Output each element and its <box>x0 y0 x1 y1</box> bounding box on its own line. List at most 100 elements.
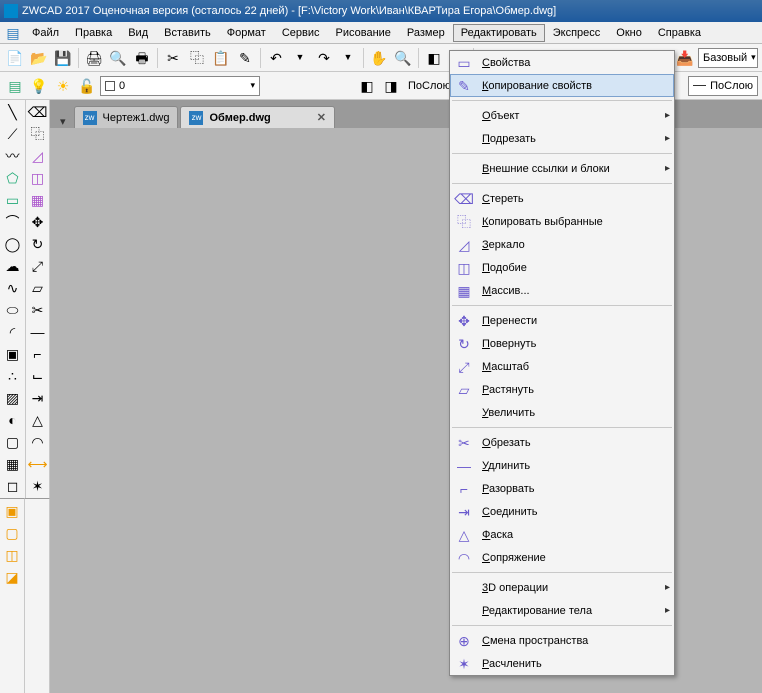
box-prev-icon[interactable]: ◧ <box>356 75 378 97</box>
menu-file[interactable]: Файл <box>24 24 67 42</box>
menu-item[interactable]: ✂Обрезать <box>450 431 674 454</box>
dim-icon[interactable]: ⟷ <box>28 454 48 474</box>
menu-item[interactable]: ⌫Стереть <box>450 187 674 210</box>
menu-item[interactable]: ▱Растянуть <box>450 378 674 401</box>
chevron-down-icon[interactable]: ▼ <box>289 47 311 69</box>
scale-icon[interactable]: ⤢ <box>28 256 48 276</box>
menu-item[interactable]: 3D операции▸ <box>450 576 674 599</box>
explode-icon[interactable]: ✶ <box>28 476 48 496</box>
box-prev-icon[interactable]: ◧ <box>423 47 445 69</box>
menu-item[interactable]: Подрезать▸ <box>450 127 674 150</box>
hatch-icon[interactable]: ▨ <box>3 388 23 408</box>
wipeout-icon[interactable]: ◻ <box>3 476 23 496</box>
menu-item[interactable]: ⿻Копировать выбранные <box>450 210 674 233</box>
menu-item[interactable]: ✶Расчленить <box>450 652 674 675</box>
new-icon[interactable]: 📄 <box>4 47 26 69</box>
print-icon[interactable]: 🖨 <box>83 47 105 69</box>
ellipse-icon[interactable]: ⬭ <box>3 300 23 320</box>
menu-item[interactable]: ⇥Соединить <box>450 500 674 523</box>
below-icon[interactable]: ◪ <box>2 567 22 587</box>
erase-icon[interactable]: ⌫ <box>28 102 48 122</box>
box-next-icon[interactable]: ◨ <box>380 75 402 97</box>
plot-preview-icon[interactable]: 🔍 <box>107 47 129 69</box>
spline-icon[interactable]: ∿ <box>3 278 23 298</box>
menu-item[interactable]: ✥Перенести <box>450 309 674 332</box>
mirror-icon[interactable]: ◿ <box>28 146 48 166</box>
region-icon[interactable]: ▢ <box>3 432 23 452</box>
menu-help[interactable]: Справка <box>650 24 709 42</box>
paste-icon[interactable]: 📋 <box>210 47 232 69</box>
open-icon[interactable]: 📂 <box>28 47 50 69</box>
chevron-down-icon[interactable]: ▼ <box>337 47 359 69</box>
menu-item[interactable]: ▦Массив... <box>450 279 674 302</box>
ellipse-arc-icon[interactable]: ◜ <box>3 322 23 342</box>
zoom-rt-icon[interactable]: 🔍 <box>392 47 414 69</box>
bring-front-icon[interactable]: ▣ <box>2 501 22 521</box>
stretch-icon[interactable]: ▱ <box>28 278 48 298</box>
trim-icon[interactable]: ✂ <box>28 300 48 320</box>
menu-item[interactable]: △Фаска <box>450 523 674 546</box>
menu-tools[interactable]: Сервис <box>274 24 328 42</box>
tool-icon[interactable]: 📥 <box>674 47 696 69</box>
table-icon[interactable]: ▦ <box>3 454 23 474</box>
drawing-canvas[interactable]: ▭Свойства✎Копирование свойствОбъект▸Подр… <box>50 128 762 693</box>
arc-icon[interactable]: ⌒ <box>3 212 23 232</box>
menu-item[interactable]: Внешние ссылки и блоки▸ <box>450 157 674 180</box>
revcloud-icon[interactable]: ☁ <box>3 256 23 276</box>
menu-item[interactable]: ↻Повернуть <box>450 332 674 355</box>
move-icon[interactable]: ✥ <box>28 212 48 232</box>
send-back-icon[interactable]: ▢ <box>2 523 22 543</box>
menu-draw[interactable]: Рисование <box>328 24 399 42</box>
menu-item[interactable]: ▭Свойства <box>450 51 674 74</box>
rect-icon[interactable]: ▭ <box>3 190 23 210</box>
menu-dimension[interactable]: Размер <box>399 24 453 42</box>
light-on-icon[interactable]: 💡 <box>28 75 50 97</box>
break-icon[interactable]: ⌙ <box>28 366 48 386</box>
above-icon[interactable]: ◫ <box>2 545 22 565</box>
undo-icon[interactable]: ↶ <box>265 47 287 69</box>
block-icon[interactable]: ▣ <box>3 344 23 364</box>
xline-icon[interactable]: ⟋ <box>3 124 23 144</box>
tab-menu-icon[interactable]: ▾ <box>54 115 72 128</box>
menu-modify[interactable]: Редактировать <box>453 24 545 42</box>
line-icon[interactable]: ╲ <box>3 102 23 122</box>
publish-icon[interactable]: 🖶 <box>131 47 153 69</box>
bylayer-combo-2[interactable]: ПоСлою <box>688 76 758 96</box>
layer-prop-icon[interactable]: ▤ <box>4 75 26 97</box>
menu-item[interactable]: Объект▸ <box>450 104 674 127</box>
menu-item[interactable]: ◫Подобие <box>450 256 674 279</box>
menu-view[interactable]: Вид <box>120 24 156 42</box>
app-menu-icon[interactable]: ▤ <box>2 22 24 44</box>
menu-item[interactable]: ◠Сопряжение <box>450 546 674 569</box>
sun-icon[interactable]: ☀ <box>52 75 74 97</box>
menu-format[interactable]: Формат <box>219 24 274 42</box>
lock-icon[interactable]: 🔓 <box>76 75 98 97</box>
extend-icon[interactable]: — <box>28 322 48 342</box>
copy-obj-icon[interactable]: ⿻ <box>28 124 48 144</box>
menu-item[interactable]: ⤢Масштаб <box>450 355 674 378</box>
layer-combo[interactable]: 0 ▾ <box>100 76 260 96</box>
menu-item[interactable]: ⊕Смена пространства <box>450 629 674 652</box>
match-icon[interactable]: ✎ <box>234 47 256 69</box>
gradient-icon[interactable]: ◐ <box>3 410 23 430</box>
fillet-icon[interactable]: ◠ <box>28 432 48 452</box>
chamfer-icon[interactable]: △ <box>28 410 48 430</box>
style-combo[interactable]: Базовый ▾ <box>698 48 758 68</box>
close-icon[interactable]: ✕ <box>317 111 326 124</box>
offset-icon[interactable]: ◫ <box>28 168 48 188</box>
menu-item[interactable]: Редактирование тела▸ <box>450 599 674 622</box>
rotate-icon[interactable]: ↻ <box>28 234 48 254</box>
copy-icon[interactable]: ⿻ <box>186 47 208 69</box>
pline-icon[interactable]: 〰 <box>3 146 23 166</box>
polygon-icon[interactable]: ⬠ <box>3 168 23 188</box>
menu-insert[interactable]: Вставить <box>156 24 219 42</box>
pan-icon[interactable]: ✋ <box>368 47 390 69</box>
array-icon[interactable]: ▦ <box>28 190 48 210</box>
break-pt-icon[interactable]: ⌐ <box>28 344 48 364</box>
menu-window[interactable]: Окно <box>608 24 650 42</box>
menu-item[interactable]: ⌐Разорвать <box>450 477 674 500</box>
tab-drawing-1[interactable]: zw Чертеж1.dwg <box>74 106 179 128</box>
redo-icon[interactable]: ↷ <box>313 47 335 69</box>
cut-icon[interactable]: ✂ <box>162 47 184 69</box>
tab-drawing-2[interactable]: zw Обмер.dwg ✕ <box>180 106 334 128</box>
